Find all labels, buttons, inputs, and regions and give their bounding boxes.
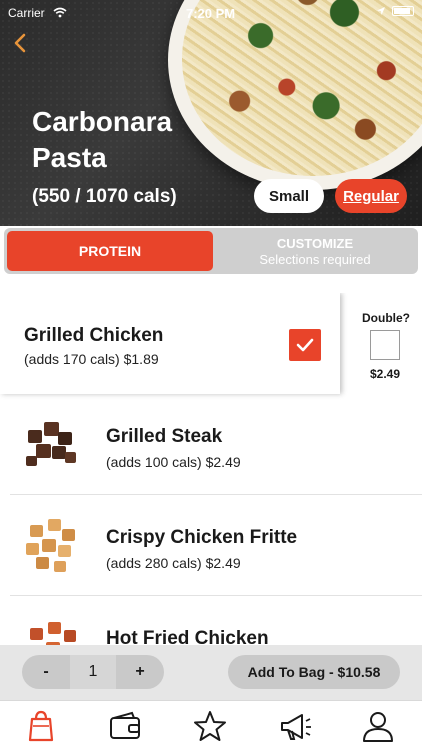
double-checkbox[interactable] xyxy=(370,330,400,360)
increment-button[interactable]: + xyxy=(116,655,164,689)
tab-protein[interactable]: PROTEIN xyxy=(7,231,213,271)
star-icon[interactable] xyxy=(193,709,227,743)
product-hero: Carrier 7:20 PM Carbonara Pasta (550 / 1… xyxy=(0,0,422,226)
item-detail: (adds 170 cals) $1.89 xyxy=(24,351,159,367)
double-price: $2.49 xyxy=(370,367,401,381)
list-item-grilled-chicken[interactable]: Grilled Chicken (adds 170 cals) $1.89 Do… xyxy=(0,293,422,394)
item-name: Grilled Chicken xyxy=(24,325,164,346)
quantity-value: 1 xyxy=(70,655,116,689)
location-icon xyxy=(377,7,385,15)
item-name: Grilled Steak xyxy=(106,426,223,447)
back-chevron-icon[interactable] xyxy=(10,32,30,54)
megaphone-icon[interactable] xyxy=(278,709,312,743)
product-calories: (550 / 1070 cals) xyxy=(32,186,177,207)
double-option: Double? $2.49 xyxy=(348,293,422,394)
protein-list: Grilled Chicken (adds 170 cals) $1.89 Do… xyxy=(0,293,422,645)
wallet-icon[interactable] xyxy=(108,709,142,743)
decrement-button[interactable]: - xyxy=(22,655,70,689)
status-bar: Carrier 7:20 PM xyxy=(0,6,422,22)
list-item-hot-fried-chicken[interactable]: Hot Fried Chicken xyxy=(0,596,422,645)
tab-customize[interactable]: CUSTOMIZE Selections required xyxy=(216,231,414,271)
profile-icon[interactable] xyxy=(361,709,395,743)
clock: 7:20 PM xyxy=(186,6,236,21)
item-detail: (adds 280 cals) $2.49 xyxy=(106,555,241,571)
segment-control: PROTEIN CUSTOMIZE Selections required xyxy=(4,228,418,274)
list-item-grilled-steak[interactable]: Grilled Steak (adds 100 cals) $2.49 xyxy=(0,394,422,495)
product-title: Carbonara Pasta xyxy=(32,106,173,173)
battery-icon xyxy=(392,6,414,16)
bag-icon[interactable] xyxy=(24,709,58,743)
size-small-button[interactable]: Small xyxy=(254,179,324,213)
selected-checkbox[interactable] xyxy=(289,329,321,361)
size-regular-button[interactable]: Regular xyxy=(335,179,407,213)
hot-chicken-thumbnail xyxy=(30,622,76,645)
crispy-chicken-thumbnail xyxy=(26,519,75,572)
steak-thumbnail xyxy=(26,422,76,466)
quantity-stepper: - 1 + xyxy=(22,655,164,689)
item-detail: (adds 100 cals) $2.49 xyxy=(106,454,241,470)
order-action-bar: - 1 + Add To Bag - $10.58 xyxy=(0,645,422,700)
item-name: Hot Fried Chicken xyxy=(106,628,269,645)
add-to-bag-button[interactable]: Add To Bag - $10.58 xyxy=(228,655,400,689)
bottom-tab-bar xyxy=(0,700,422,750)
tab-customize-label: CUSTOMIZE xyxy=(276,236,354,251)
carrier-label: Carrier xyxy=(8,6,45,20)
list-item-crispy-chicken-fritte[interactable]: Crispy Chicken Fritte (adds 280 cals) $2… xyxy=(0,495,422,596)
item-name: Crispy Chicken Fritte xyxy=(106,527,298,548)
checkmark-icon xyxy=(296,338,314,352)
tab-customize-sublabel: Selections required xyxy=(259,252,371,267)
double-label: Double? xyxy=(362,311,410,325)
wifi-icon xyxy=(53,7,67,18)
